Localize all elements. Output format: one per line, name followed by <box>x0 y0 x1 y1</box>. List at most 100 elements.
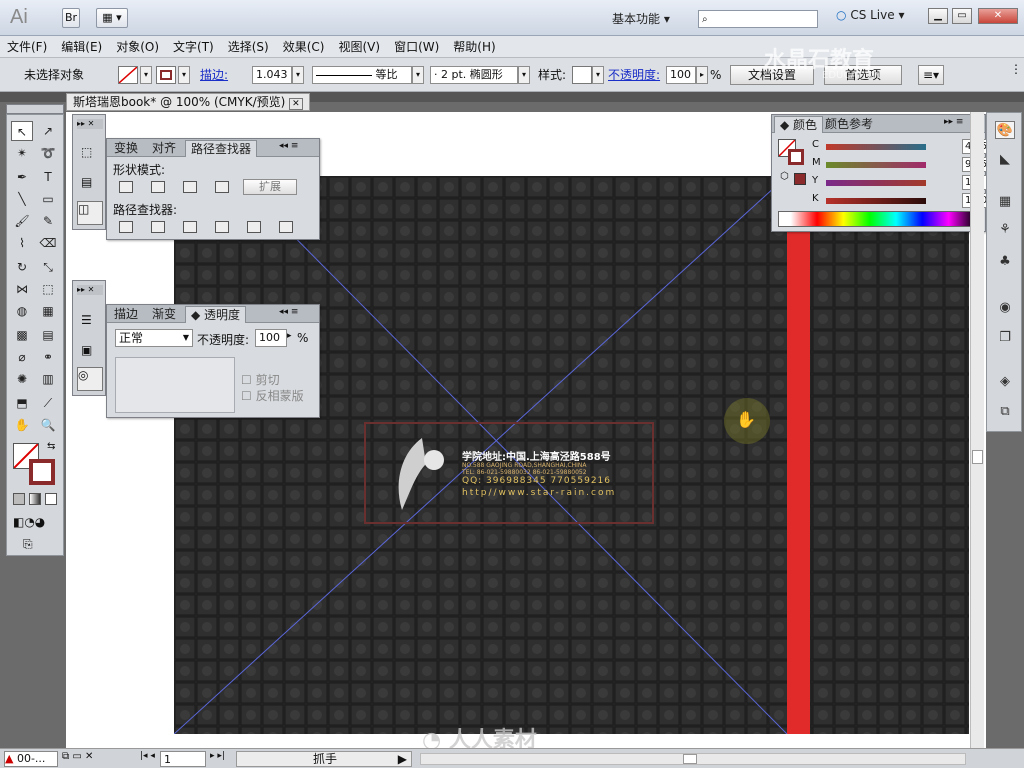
color-stroke-box[interactable] <box>788 149 804 165</box>
opacity-arrow[interactable]: ▸ <box>696 66 708 84</box>
divide-icon[interactable] <box>119 221 133 233</box>
transform-panel-icon[interactable]: ⬚ <box>81 145 92 159</box>
menu-select[interactable]: 选择(S) <box>221 36 276 58</box>
color-guide-icon[interactable]: ◣ <box>995 151 1015 169</box>
menu-type[interactable]: 文字(T) <box>166 36 221 58</box>
shape-builder-tool-icon[interactable]: ◍ <box>11 301 33 321</box>
tab-align[interactable]: 对齐 <box>147 140 181 157</box>
horizontal-scrollbar[interactable] <box>420 753 966 765</box>
artboards-icon[interactable]: ⧉ <box>995 403 1015 421</box>
document-tab[interactable]: 斯塔瑞恩book* @ 100% (CMYK/预览) ✕ <box>66 93 310 111</box>
close-window-button[interactable]: ✕ <box>978 8 1018 24</box>
stroke-color-box[interactable] <box>29 459 55 485</box>
magic-wand-tool-icon[interactable]: ✴ <box>11 143 33 163</box>
clip-checkbox[interactable]: ☐ 剪切 <box>241 371 280 388</box>
tab-color[interactable]: ◆ 颜色 <box>774 116 824 133</box>
help-search-input[interactable]: ⌕ <box>698 10 818 28</box>
workspace-switcher[interactable]: 基本功能 ▾ <box>612 10 670 27</box>
fill-swatch[interactable] <box>118 66 138 84</box>
scale-tool-icon[interactable]: ⤡ <box>37 257 59 277</box>
exclude-icon[interactable] <box>215 181 229 193</box>
brush-dropdown[interactable]: ▾ <box>518 66 530 84</box>
expand-button[interactable]: 扩展 <box>243 179 297 195</box>
width-tool-icon[interactable]: ⋈ <box>11 279 33 299</box>
opacity-input[interactable]: 100 <box>666 66 696 84</box>
type-tool-icon[interactable]: T <box>37 167 59 187</box>
hand-tool-icon[interactable]: ✋ <box>11 415 33 435</box>
mesh-tool-icon[interactable]: ▩ <box>11 325 33 345</box>
layers-icon[interactable]: ◈ <box>995 373 1015 391</box>
strip2-collapse-icon[interactable]: ▸▸ ✕ <box>77 285 103 295</box>
appearance-icon[interactable]: ◉ <box>995 299 1015 317</box>
opacity-stepper-icon[interactable]: ▸ <box>287 331 292 341</box>
pathfinder-panel-icon[interactable]: ◫ <box>77 201 103 225</box>
zoom-field[interactable]: ▲ 00-... <box>4 751 58 767</box>
stroke-panel-icon[interactable]: ☰ <box>81 313 92 327</box>
profile-dropdown[interactable]: ▾ <box>412 66 424 84</box>
line-tool-icon[interactable]: ╲ <box>11 189 33 209</box>
align-panel-icon[interactable]: ▤ <box>81 175 92 189</box>
pencil-tool-icon[interactable]: ✎ <box>37 211 59 231</box>
close-tab-icon[interactable]: ✕ <box>289 98 303 110</box>
stroke-swatch[interactable] <box>156 66 176 84</box>
black-slider[interactable] <box>826 198 926 204</box>
gradient-tool-icon[interactable]: ▤ <box>37 325 59 345</box>
arrange-icon[interactable]: ≡▾ <box>918 65 944 85</box>
eraser-tool-icon[interactable]: ⌫ <box>37 233 59 253</box>
minus-front-icon[interactable] <box>151 181 165 193</box>
slice-tool-icon[interactable]: ⟋ <box>37 393 59 413</box>
transparency-opacity-input[interactable]: 100 <box>255 329 287 347</box>
intersect-icon[interactable] <box>183 181 197 193</box>
drawing-modes-icon[interactable]: ◧◔◕ <box>13 515 57 529</box>
direct-selection-tool-icon[interactable]: ↗ <box>37 121 59 141</box>
control-menu-icon[interactable]: ⋮ <box>1010 60 1022 78</box>
column-graph-tool-icon[interactable]: ▥ <box>37 369 59 389</box>
blend-tool-icon[interactable]: ⚭ <box>37 347 59 367</box>
vertical-scroll-thumb[interactable] <box>972 450 983 464</box>
brush-definition[interactable]: · 2 pt. 椭圆形 <box>430 66 518 84</box>
strip-collapse-icon[interactable]: ▸▸ ✕ <box>77 119 103 129</box>
none-mode-icon[interactable] <box>45 493 57 505</box>
swap-colors-icon[interactable]: ⇆ <box>47 441 55 452</box>
bridge-button[interactable]: Br <box>62 8 80 28</box>
yellow-slider[interactable] <box>826 180 926 186</box>
swatches-icon[interactable]: ▦ <box>995 193 1015 211</box>
color-spectrum[interactable] <box>778 211 976 227</box>
fill-dropdown[interactable]: ▾ <box>140 66 152 84</box>
transparency-panel-icon[interactable]: ◎ <box>77 367 103 391</box>
tab-transform[interactable]: 变换 <box>109 140 143 157</box>
outline-icon[interactable] <box>247 221 261 233</box>
selection-tool-icon[interactable]: ↖ <box>11 121 33 141</box>
rectangle-tool-icon[interactable]: ▭ <box>37 189 59 209</box>
status-tool-field[interactable]: 抓手 ▶ <box>236 751 412 767</box>
tab-transparency[interactable]: ◆ 透明度 <box>185 306 247 323</box>
horizontal-scroll-thumb[interactable] <box>683 754 697 764</box>
rotate-tool-icon[interactable]: ↻ <box>11 257 33 277</box>
current-color-swatch[interactable] <box>794 173 806 185</box>
tab-gradient[interactable]: 渐变 <box>147 306 181 323</box>
symbols-icon[interactable]: ♣ <box>995 253 1015 271</box>
brushes-icon[interactable]: ⚘ <box>995 221 1015 239</box>
blob-brush-tool-icon[interactable]: ⌇ <box>11 233 33 253</box>
panel2-menu-icon[interactable]: ◂◂ ≡ <box>279 307 298 317</box>
gradient-panel-icon[interactable]: ▣ <box>81 343 92 357</box>
graphic-styles-icon[interactable]: ❐ <box>995 329 1015 347</box>
cyan-slider[interactable] <box>826 144 926 150</box>
menu-effect[interactable]: 效果(C) <box>276 36 332 58</box>
minus-back-icon[interactable] <box>279 221 293 233</box>
menu-edit[interactable]: 编辑(E) <box>54 36 109 58</box>
crop-icon[interactable] <box>215 221 229 233</box>
artboard-tool-icon[interactable]: ⬒ <box>11 393 33 413</box>
tab-pathfinder[interactable]: 路径查找器 <box>185 140 258 157</box>
vertical-scrollbar[interactable] <box>970 112 984 748</box>
style-dropdown[interactable]: ▾ <box>592 66 604 84</box>
tab-color-guide[interactable]: 颜色参考 <box>820 116 878 133</box>
next-page-icon[interactable]: ▸ ▸| <box>210 751 225 761</box>
gradient-mode-icon[interactable] <box>29 493 41 505</box>
stroke-weight-input[interactable]: 1.043 <box>252 66 292 84</box>
invert-mask-checkbox[interactable]: ☐ 反相蒙版 <box>241 387 304 404</box>
menu-help[interactable]: 帮助(H) <box>446 36 502 58</box>
tools-header[interactable] <box>6 104 64 114</box>
menu-object[interactable]: 对象(O) <box>109 36 166 58</box>
arrange-documents-button[interactable]: ▦ ▾ <box>96 8 128 28</box>
